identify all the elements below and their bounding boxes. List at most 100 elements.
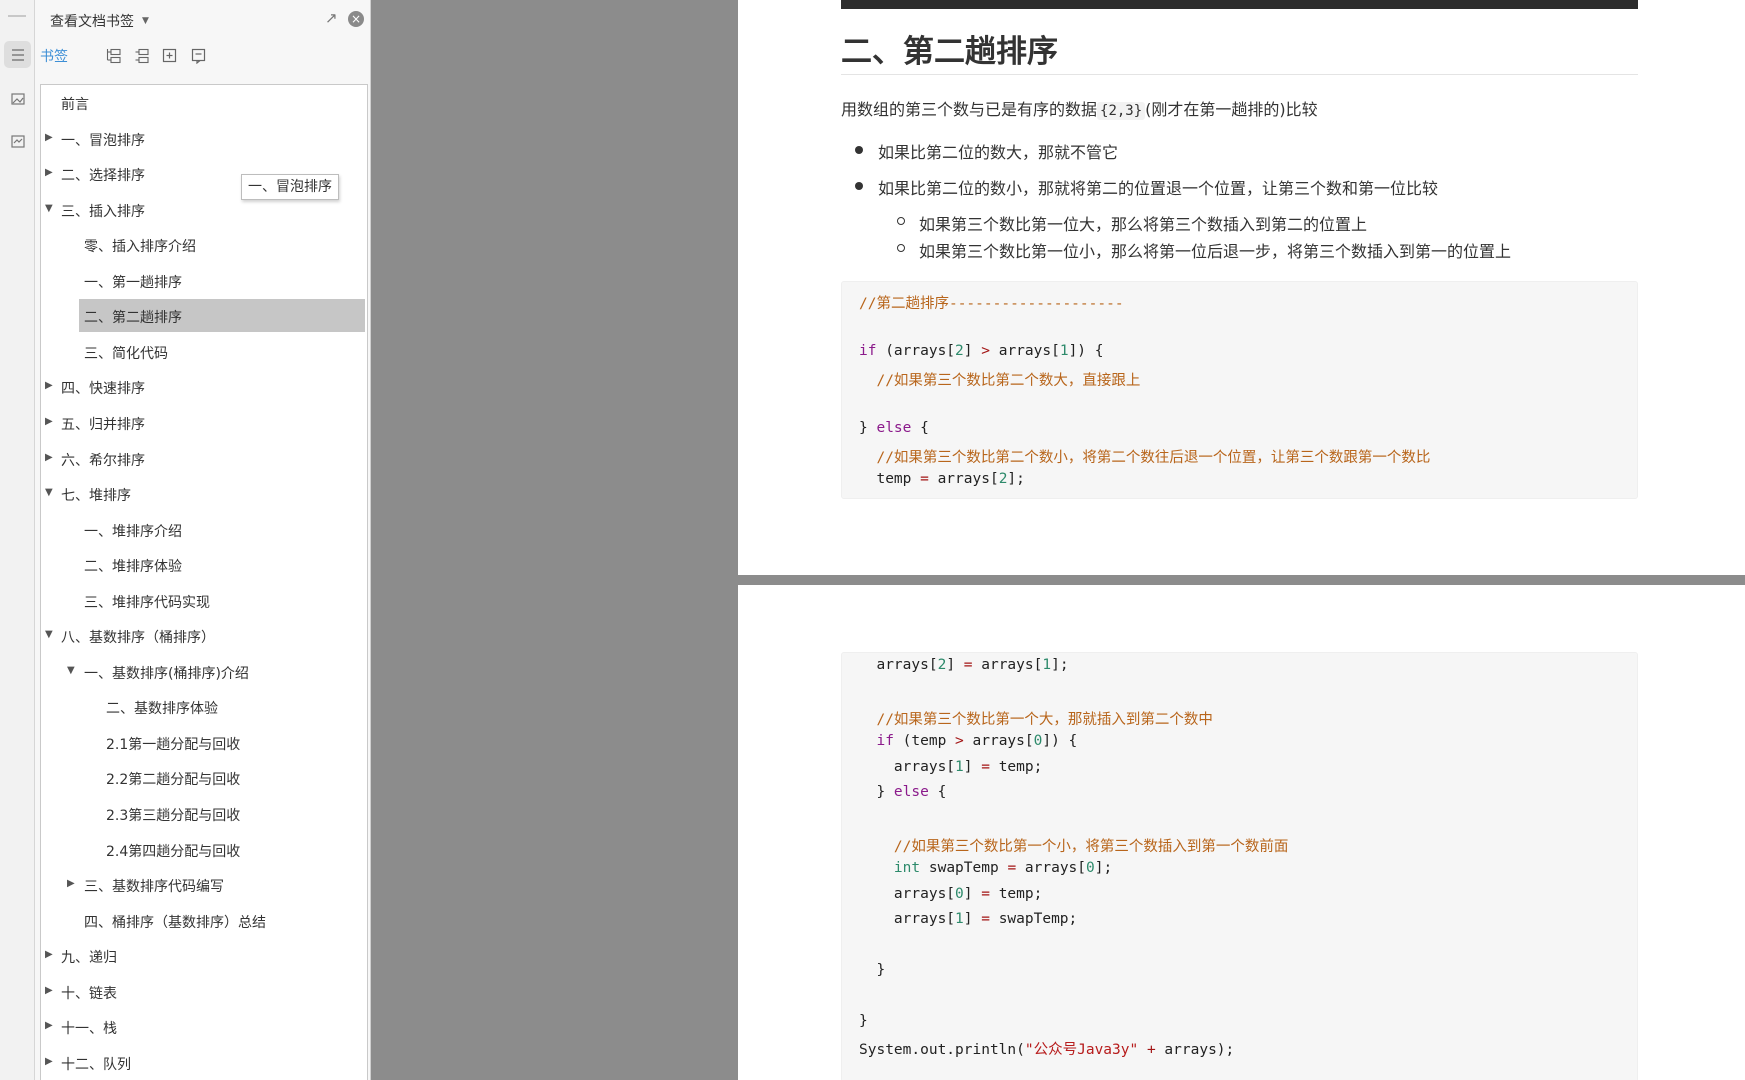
bullet-circle xyxy=(897,217,905,225)
bookmark-item[interactable]: 四、桶排序（基数排序）总结 xyxy=(41,903,367,937)
code-block: arrays[2] = arrays[1]; //如果第三个数比第一个大，那就插… xyxy=(841,652,1638,1080)
expanded-triangle-icon[interactable]: ▼ xyxy=(45,487,53,498)
bookmark-item[interactable]: ▶ 十一、栈 xyxy=(41,1009,367,1043)
code-token: swapTemp xyxy=(920,860,1008,877)
thumbnail-image-icon[interactable] xyxy=(4,85,31,112)
close-icon[interactable]: × xyxy=(348,11,364,27)
code-token: 1 xyxy=(1042,657,1052,673)
expand-all-icon[interactable] xyxy=(104,46,124,66)
collapsed-triangle-icon[interactable]: ▶ xyxy=(67,878,75,889)
bookmark-item[interactable]: 2.3第三趟分配与回收 xyxy=(41,796,367,830)
code-line: //如果第三个数比第二个数大，直接跟上 xyxy=(859,369,1140,390)
tab-bookmark[interactable]: 书签 xyxy=(40,46,68,66)
intro-text-after: (刚才在第一趟排的)比较 xyxy=(1145,100,1318,119)
code-token: = xyxy=(963,657,973,673)
code-token: 0 xyxy=(955,885,964,902)
code-token: 0 xyxy=(1086,860,1095,877)
bookmark-item[interactable]: 一、堆排序介绍 xyxy=(41,512,367,546)
bookmark-item[interactable]: ▶ 五、归并排序 xyxy=(41,405,367,439)
bookmark-item[interactable]: 二、基数排序体验 xyxy=(41,689,367,723)
bookmark-label: 2.3第三趟分配与回收 xyxy=(106,808,241,824)
expanded-triangle-icon[interactable]: ▼ xyxy=(67,665,75,676)
code-token: //如果第三个数比第一个大，那就插入到第二个数中 xyxy=(859,711,1213,728)
bookmark-item[interactable]: 三、堆排序代码实现 xyxy=(41,583,367,617)
bookmark-label: 十一、栈 xyxy=(61,1021,117,1038)
collapsed-triangle-icon[interactable]: ▶ xyxy=(45,380,53,391)
code-token: } xyxy=(859,420,877,436)
bookmark-item[interactable]: ▶ 四、快速排序 xyxy=(41,369,367,403)
code-token: 2 xyxy=(937,657,947,673)
code-line: //如果第三个数比第一个小，将第三个数插入到第一个数前面 xyxy=(859,835,1288,856)
expanded-triangle-icon[interactable]: ▼ xyxy=(45,629,53,640)
code-token: int xyxy=(893,860,921,877)
bookmark-item[interactable]: ▼ 一、基数排序(桶排序)介绍 xyxy=(41,654,367,688)
code-token: //如果第三个数比第二个数小，将第二个数往后退一个位置，让第三个数跟第一个数比 xyxy=(859,449,1431,466)
collapsed-triangle-icon[interactable]: ▶ xyxy=(45,985,53,996)
bookmark-item[interactable]: ▶ 三、基数排序代码编写 xyxy=(41,867,367,901)
code-line: } xyxy=(859,962,885,978)
code-block-bottom-edge xyxy=(841,0,1638,9)
bookmark-item[interactable]: 2.4第四趟分配与回收 xyxy=(41,832,367,866)
code-token: 1 xyxy=(955,911,964,927)
bookmark-item[interactable]: ▶ 十二、队列 xyxy=(41,1045,367,1079)
bookmark-label: 一、基数排序(桶排序)介绍 xyxy=(84,665,249,682)
code-token: ] xyxy=(963,343,982,360)
bookmark-label: 六、希尔排序 xyxy=(61,452,145,469)
bookmark-item[interactable]: ▶ 九、递归 xyxy=(41,938,367,972)
sub-bullet-text: 如果第三个数比第一位小，那么将第一位后退一步，将第三个数插入到第一的位置上 xyxy=(919,242,1512,261)
collapse-all-icon[interactable] xyxy=(132,46,152,66)
code-line: arrays[2] = arrays[1]; xyxy=(859,657,1069,673)
collapsed-triangle-icon[interactable]: ▶ xyxy=(45,949,53,960)
panel-title-dropdown[interactable]: 查看文档书签 ▼ xyxy=(50,11,149,31)
rail-grip xyxy=(8,15,26,17)
collapsed-triangle-icon[interactable]: ▶ xyxy=(45,452,53,463)
code-token: arrays[ xyxy=(972,657,1043,673)
delete-bookmark-icon[interactable] xyxy=(189,46,209,66)
bookmark-label: 一、第一趟排序 xyxy=(84,274,182,291)
collapsed-triangle-icon[interactable]: ▶ xyxy=(45,416,53,427)
annotation-icon[interactable] xyxy=(4,128,31,155)
code-token: ]; xyxy=(1051,657,1069,673)
code-token: 2 xyxy=(955,343,964,360)
code-line: int swapTemp = arrays[0]; xyxy=(859,860,1112,876)
bookmark-list-icon[interactable] xyxy=(4,41,31,68)
undock-arrow-icon[interactable]: ↗ xyxy=(325,9,338,27)
bookmark-label: 五、归并排序 xyxy=(61,416,145,433)
bullet-text: 如果比第二位的数小，那就将第二的位置退一个位置，让第三个数和第一位比较 xyxy=(878,179,1439,198)
collapsed-triangle-icon[interactable]: ▶ xyxy=(45,132,53,143)
bookmark-item[interactable]: 一、第一趟排序 xyxy=(41,263,367,297)
code-token: ]; xyxy=(1094,860,1113,877)
code-token: //第二趟排序-------------------- xyxy=(859,296,1124,312)
bookmark-item[interactable]: 三、简化代码 xyxy=(41,334,367,368)
bookmark-item[interactable]: 零、插入排序介绍 xyxy=(41,227,367,261)
bookmark-item[interactable]: ▶ 一、冒泡排序 xyxy=(41,121,367,155)
expanded-triangle-icon[interactable]: ▼ xyxy=(45,203,53,214)
add-bookmark-icon[interactable] xyxy=(160,46,180,66)
collapsed-triangle-icon[interactable]: ▶ xyxy=(45,1020,53,1031)
bookmark-item[interactable]: 前言 xyxy=(41,85,367,119)
code-token: //如果第三个数比第一个小，将第三个数插入到第一个数前面 xyxy=(859,838,1289,855)
code-line: //第二趟排序-------------------- xyxy=(859,292,1124,313)
bullet-item: 如果比第二位的数大，那就不管它 xyxy=(855,139,1118,163)
code-token: } xyxy=(859,961,886,978)
bookmark-item[interactable]: ▶ 六、希尔排序 xyxy=(41,441,367,475)
code-token: if xyxy=(859,343,877,360)
code-token: 1 xyxy=(1059,343,1069,360)
bookmark-label: 四、快速排序 xyxy=(61,381,145,398)
bookmark-item[interactable]: ▶ 十、链表 xyxy=(41,974,367,1008)
bookmark-toolbar: 书签 xyxy=(35,44,371,72)
bookmark-item[interactable]: 二、堆排序体验 xyxy=(41,547,367,581)
bookmark-item[interactable]: 2.1第一趟分配与回收 xyxy=(41,725,367,759)
bookmark-label: 十、链表 xyxy=(61,985,117,1002)
bookmark-item[interactable]: ▼ 八、基数排序（桶排序） xyxy=(41,618,367,652)
collapsed-triangle-icon[interactable]: ▶ xyxy=(45,1056,53,1067)
code-token: ] xyxy=(963,911,982,927)
code-block: //第二趟排序-------------------- if (arrays[2]… xyxy=(841,281,1638,499)
code-token: temp xyxy=(859,471,921,488)
code-token: { xyxy=(911,420,929,436)
bookmark-item[interactable]: 二、第二趟排序 xyxy=(41,298,367,333)
collapsed-triangle-icon[interactable]: ▶ xyxy=(45,167,53,178)
bookmark-label: 八、基数排序（桶排序） xyxy=(61,630,215,647)
bookmark-item[interactable]: ▼ 七、堆排序 xyxy=(41,476,367,510)
bookmark-item[interactable]: 2.2第二趟分配与回收 xyxy=(41,760,367,794)
